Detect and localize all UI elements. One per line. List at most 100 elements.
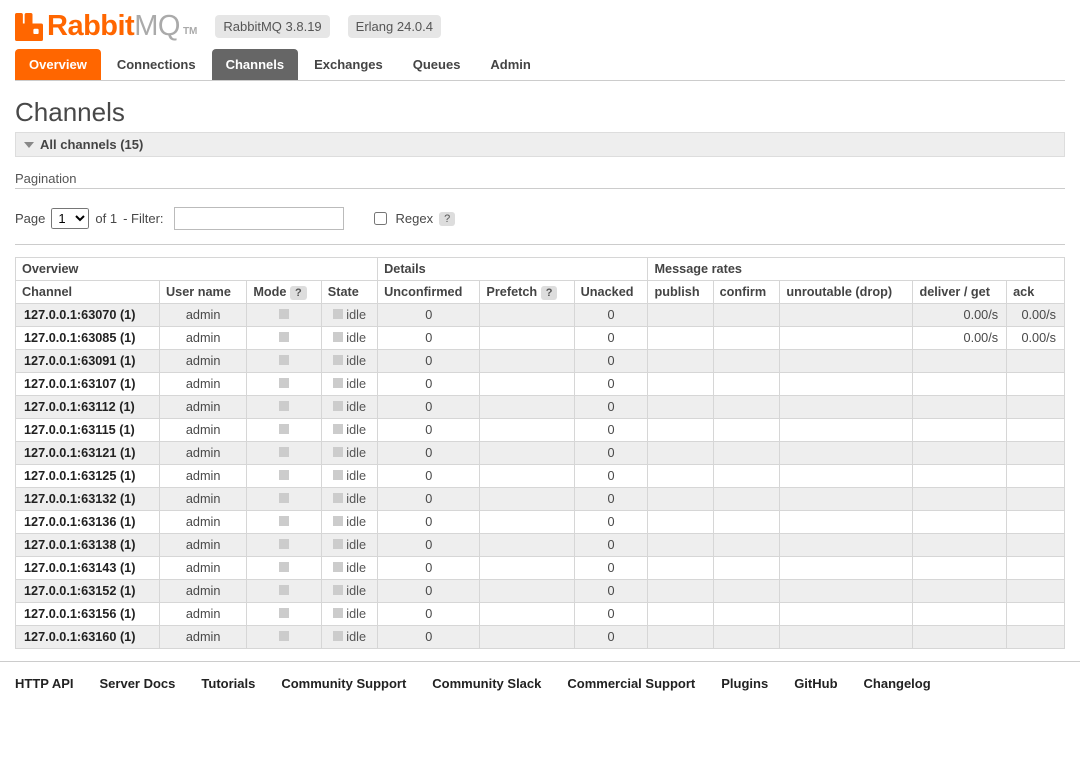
cell-user: admin <box>160 488 247 511</box>
cell-publish <box>648 419 713 442</box>
cell-state: idle <box>321 350 377 373</box>
table-row: 127.0.0.1:63132 (1)admin idle00 <box>16 488 1065 511</box>
cell-mode <box>247 350 321 373</box>
cell-ack <box>1007 396 1065 419</box>
cell-state: idle <box>321 465 377 488</box>
filter-input[interactable] <box>174 207 344 230</box>
col-prefetch[interactable]: Prefetch ? <box>480 281 574 304</box>
cell-prefetch <box>480 580 574 603</box>
col-unacked[interactable]: Unacked <box>574 281 648 304</box>
page-select[interactable]: 1 <box>51 208 89 229</box>
cell-unroutable <box>780 442 913 465</box>
tab-overview[interactable]: Overview <box>15 49 101 80</box>
cell-user: admin <box>160 350 247 373</box>
tab-channels[interactable]: Channels <box>212 49 299 80</box>
cell-ack <box>1007 603 1065 626</box>
state-indicator-icon <box>333 539 343 549</box>
footer-link-community-support[interactable]: Community Support <box>281 676 406 691</box>
channel-link[interactable]: 127.0.0.1:63152 (1) <box>24 584 135 598</box>
cell-unroutable <box>780 534 913 557</box>
col-publish[interactable]: publish <box>648 281 713 304</box>
cell-unroutable <box>780 603 913 626</box>
footer-link-server-docs[interactable]: Server Docs <box>100 676 176 691</box>
channel-link[interactable]: 127.0.0.1:63107 (1) <box>24 377 135 391</box>
table-row: 127.0.0.1:63085 (1)admin idle000.00/s0.0… <box>16 327 1065 350</box>
channel-link[interactable]: 127.0.0.1:63112 (1) <box>24 400 135 414</box>
mode-help-icon[interactable]: ? <box>290 286 307 300</box>
cell-user: admin <box>160 396 247 419</box>
mode-indicator-icon <box>279 493 289 503</box>
cell-state: idle <box>321 327 377 350</box>
cell-mode <box>247 373 321 396</box>
cell-unconfirmed: 0 <box>378 350 480 373</box>
footer-link-http-api[interactable]: HTTP API <box>15 676 74 691</box>
col-unroutable[interactable]: unroutable (drop) <box>780 281 913 304</box>
cell-confirm <box>713 626 780 649</box>
cell-deliver <box>913 373 1007 396</box>
cell-state: idle <box>321 373 377 396</box>
cell-unacked: 0 <box>574 304 648 327</box>
cell-unconfirmed: 0 <box>378 442 480 465</box>
cell-unconfirmed: 0 <box>378 534 480 557</box>
channel-link[interactable]: 127.0.0.1:63143 (1) <box>24 561 135 575</box>
cell-unacked: 0 <box>574 442 648 465</box>
cell-ack <box>1007 557 1065 580</box>
col-ack[interactable]: ack <box>1007 281 1065 304</box>
cell-state: idle <box>321 442 377 465</box>
footer-link-github[interactable]: GitHub <box>794 676 837 691</box>
channel-link[interactable]: 127.0.0.1:63160 (1) <box>24 630 135 644</box>
cell-confirm <box>713 396 780 419</box>
cell-publish <box>648 534 713 557</box>
section-all-channels-toggle[interactable]: All channels (15) <box>15 132 1065 157</box>
cell-confirm <box>713 603 780 626</box>
mode-indicator-icon <box>279 608 289 618</box>
col-user[interactable]: User name <box>160 281 247 304</box>
state-indicator-icon <box>333 608 343 618</box>
channel-link[interactable]: 127.0.0.1:63115 (1) <box>24 423 135 437</box>
footer-link-community-slack[interactable]: Community Slack <box>432 676 541 691</box>
table-row: 127.0.0.1:63121 (1)admin idle00 <box>16 442 1065 465</box>
cell-user: admin <box>160 465 247 488</box>
channel-link[interactable]: 127.0.0.1:63085 (1) <box>24 331 135 345</box>
channel-link[interactable]: 127.0.0.1:63132 (1) <box>24 492 135 506</box>
cell-deliver <box>913 442 1007 465</box>
cell-unroutable <box>780 488 913 511</box>
cell-deliver <box>913 534 1007 557</box>
col-channel[interactable]: Channel <box>16 281 160 304</box>
cell-prefetch <box>480 373 574 396</box>
cell-unroutable <box>780 396 913 419</box>
logo[interactable]: Rabbit MQ TM <box>15 10 197 43</box>
cell-mode <box>247 511 321 534</box>
footer-link-commercial-support[interactable]: Commercial Support <box>567 676 695 691</box>
footer-link-changelog[interactable]: Changelog <box>864 676 931 691</box>
col-deliver[interactable]: deliver / get <box>913 281 1007 304</box>
col-mode[interactable]: Mode ? <box>247 281 321 304</box>
cell-user: admin <box>160 534 247 557</box>
footer-link-plugins[interactable]: Plugins <box>721 676 768 691</box>
cell-state: idle <box>321 511 377 534</box>
regex-help-icon[interactable]: ? <box>439 212 455 226</box>
channel-link[interactable]: 127.0.0.1:63136 (1) <box>24 515 135 529</box>
tab-queues[interactable]: Queues <box>399 49 475 80</box>
tab-exchanges[interactable]: Exchanges <box>300 49 397 80</box>
prefetch-help-icon[interactable]: ? <box>541 286 558 300</box>
cell-state: idle <box>321 626 377 649</box>
footer-link-tutorials[interactable]: Tutorials <box>201 676 255 691</box>
cell-unconfirmed: 0 <box>378 419 480 442</box>
channel-link[interactable]: 127.0.0.1:63070 (1) <box>24 308 135 322</box>
cell-prefetch <box>480 511 574 534</box>
regex-checkbox[interactable] <box>374 212 387 225</box>
col-state[interactable]: State <box>321 281 377 304</box>
channel-link[interactable]: 127.0.0.1:63091 (1) <box>24 354 135 368</box>
cell-unroutable <box>780 304 913 327</box>
cell-unroutable <box>780 327 913 350</box>
channel-link[interactable]: 127.0.0.1:63121 (1) <box>24 446 135 460</box>
channel-link[interactable]: 127.0.0.1:63156 (1) <box>24 607 135 621</box>
tab-admin[interactable]: Admin <box>476 49 544 80</box>
channel-link[interactable]: 127.0.0.1:63125 (1) <box>24 469 135 483</box>
cell-unconfirmed: 0 <box>378 327 480 350</box>
channel-link[interactable]: 127.0.0.1:63138 (1) <box>24 538 135 552</box>
col-unconfirmed[interactable]: Unconfirmed <box>378 281 480 304</box>
tab-connections[interactable]: Connections <box>103 49 210 80</box>
col-confirm[interactable]: confirm <box>713 281 780 304</box>
